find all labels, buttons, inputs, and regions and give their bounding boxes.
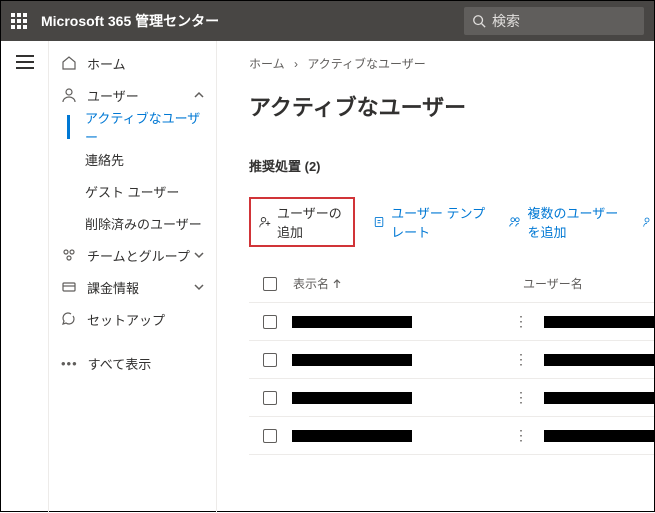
row-checkbox[interactable] bbox=[263, 391, 277, 405]
user-templates-button[interactable]: ユーザー テンプレート bbox=[373, 203, 491, 241]
sidebar-item-label: 連絡先 bbox=[85, 150, 124, 169]
column-username[interactable]: ユーザー名 bbox=[523, 275, 654, 292]
setup-icon bbox=[61, 311, 77, 327]
table-row[interactable]: ⋮ bbox=[249, 379, 654, 417]
billing-icon bbox=[61, 279, 77, 295]
ellipsis-icon: ••• bbox=[61, 356, 78, 371]
home-icon bbox=[61, 55, 77, 71]
sidebar-item-label: 削除済みのユーザー bbox=[85, 214, 202, 233]
sidebar-item-teams-groups[interactable]: チームとグループ bbox=[49, 239, 216, 271]
chevron-down-icon bbox=[194, 282, 204, 292]
add-multiple-users-button[interactable]: 複数のユーザーを追加 bbox=[509, 203, 625, 241]
toolbar-label: 複数のユーザーを追加 bbox=[527, 203, 625, 241]
toolbar: ユーザーの追加 ユーザー テンプレート 複数のユーザーを追加 bbox=[249, 197, 654, 247]
search-box[interactable]: 検索 bbox=[464, 7, 644, 35]
chevron-up-icon bbox=[194, 90, 204, 100]
username-redacted bbox=[544, 392, 654, 404]
row-actions-icon[interactable]: ⋮ bbox=[514, 313, 528, 330]
display-name-redacted bbox=[292, 354, 412, 366]
page-title: アクティブなユーザー bbox=[249, 90, 654, 122]
teams-icon bbox=[61, 247, 77, 263]
sidebar-item-label: すべて表示 bbox=[88, 354, 152, 373]
display-name-redacted bbox=[292, 430, 412, 442]
breadcrumb-separator: › bbox=[294, 57, 298, 71]
sidebar-item-contacts[interactable]: 連絡先 bbox=[49, 143, 216, 175]
template-icon bbox=[373, 214, 385, 230]
sidebar-item-guest-users[interactable]: ゲスト ユーザー bbox=[49, 175, 216, 207]
more-icon[interactable] bbox=[643, 215, 654, 229]
row-actions-icon[interactable]: ⋮ bbox=[514, 351, 528, 368]
display-name-redacted bbox=[292, 316, 412, 328]
sidebar-item-label: チームとグループ bbox=[87, 246, 190, 265]
sidebar-item-show-all[interactable]: ••• すべて表示 bbox=[49, 347, 216, 379]
sidebar-item-label: アクティブなユーザー bbox=[85, 108, 204, 146]
display-name-redacted bbox=[292, 392, 412, 404]
row-actions-icon[interactable]: ⋮ bbox=[514, 389, 528, 406]
sidebar-item-users[interactable]: ユーザー bbox=[49, 79, 216, 111]
app-title: Microsoft 365 管理センター bbox=[41, 11, 464, 31]
sidebar-item-label: ユーザー bbox=[87, 86, 139, 105]
sidebar-item-setup[interactable]: セットアップ bbox=[49, 303, 216, 335]
sidebar-item-billing[interactable]: 課金情報 bbox=[49, 271, 216, 303]
sidebar-item-home[interactable]: ホーム bbox=[49, 47, 216, 79]
sidebar: ホーム ユーザー アクティブなユーザー 連絡先 ゲスト ユーザー 削除済みのユー… bbox=[49, 41, 217, 513]
add-user-button[interactable]: ユーザーの追加 bbox=[249, 197, 355, 247]
column-display-name[interactable]: 表示名 bbox=[293, 275, 523, 292]
select-all-checkbox[interactable] bbox=[263, 277, 277, 291]
breadcrumb-home[interactable]: ホーム bbox=[249, 57, 285, 71]
table-row[interactable]: ⋮ bbox=[249, 341, 654, 379]
user-icon bbox=[61, 87, 77, 103]
recommended-actions[interactable]: 推奨処置 (2) bbox=[249, 156, 654, 175]
toolbar-label: ユーザー テンプレート bbox=[391, 203, 491, 241]
table-header: 表示名 ユーザー名 bbox=[249, 265, 654, 303]
hamburger-icon[interactable] bbox=[16, 55, 34, 69]
add-user-icon bbox=[259, 214, 271, 230]
sidebar-item-label: セットアップ bbox=[87, 310, 165, 329]
sort-asc-icon bbox=[333, 279, 341, 289]
search-icon bbox=[472, 14, 486, 28]
top-bar: Microsoft 365 管理センター 検索 bbox=[1, 1, 654, 41]
search-placeholder: 検索 bbox=[492, 11, 520, 31]
sidebar-item-label: ホーム bbox=[87, 54, 126, 73]
toolbar-label: ユーザーの追加 bbox=[277, 203, 345, 241]
row-checkbox[interactable] bbox=[263, 353, 277, 367]
breadcrumb: ホーム › アクティブなユーザー bbox=[249, 55, 654, 72]
sidebar-item-deleted-users[interactable]: 削除済みのユーザー bbox=[49, 207, 216, 239]
sidebar-item-label: ゲスト ユーザー bbox=[85, 182, 179, 201]
breadcrumb-current: アクティブなユーザー bbox=[307, 57, 425, 71]
sidebar-item-active-users[interactable]: アクティブなユーザー bbox=[49, 111, 216, 143]
row-checkbox[interactable] bbox=[263, 429, 277, 443]
main-content: ホーム › アクティブなユーザー アクティブなユーザー 推奨処置 (2) ユーザ… bbox=[217, 41, 654, 513]
table-row[interactable]: ⋮ bbox=[249, 303, 654, 341]
username-redacted bbox=[544, 430, 654, 442]
nav-collapse-column bbox=[1, 41, 49, 513]
multiple-users-icon bbox=[509, 214, 521, 230]
username-redacted bbox=[544, 316, 654, 328]
table-row[interactable]: ⋮ bbox=[249, 417, 654, 455]
sidebar-item-label: 課金情報 bbox=[87, 278, 139, 297]
row-checkbox[interactable] bbox=[263, 315, 277, 329]
chevron-down-icon bbox=[194, 250, 204, 260]
username-redacted bbox=[544, 354, 654, 366]
app-launcher-icon[interactable] bbox=[11, 13, 27, 29]
row-actions-icon[interactable]: ⋮ bbox=[514, 427, 528, 444]
